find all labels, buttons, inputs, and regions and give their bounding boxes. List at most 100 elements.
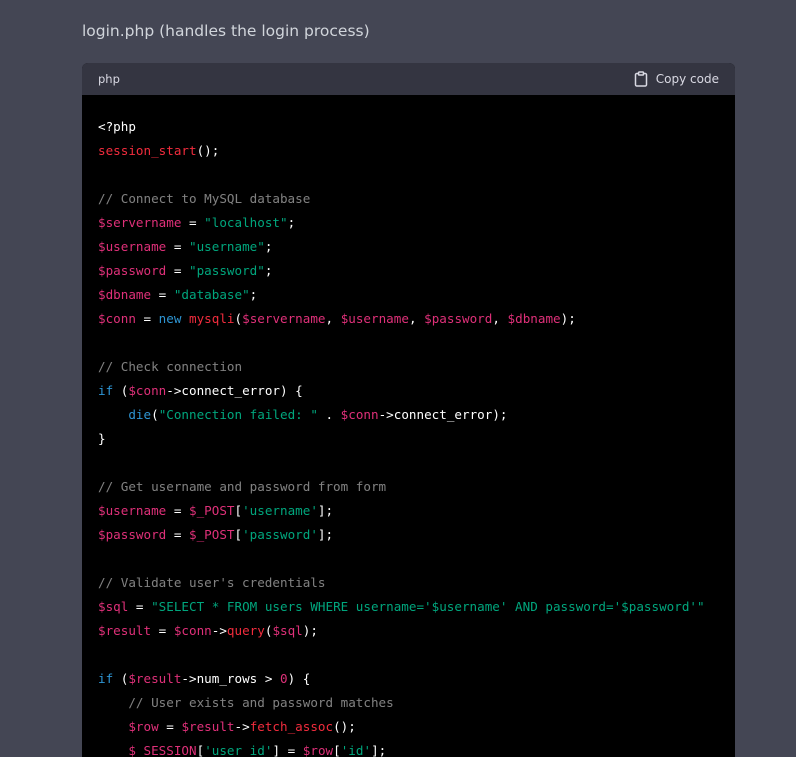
code-line: $conn = new mysqli($servername, $usernam… [98,307,719,331]
code-line: ​ [98,547,719,571]
code-token-comment: // Get username and password from form [98,479,387,494]
code-token-plain: ) { [287,671,311,686]
code-line: } [98,427,719,451]
code-token-var: $dbname [98,287,152,302]
code-line: // User exists and password matches [98,691,719,715]
code-token-plain: ]; [317,503,334,518]
code-token-plain: (); [333,719,356,734]
code-token-plain: = [166,239,189,254]
code-token-var: $result [181,719,235,734]
code-line: $servername = "localhost"; [98,211,719,235]
code-token-plain: ( [234,311,243,326]
code-token-plain: , [492,311,508,326]
code-token-var: $username [340,311,409,326]
code-token-var: $sql [98,599,129,614]
code-line: $password = "password"; [98,259,719,283]
code-token-str: "localhost" [204,215,288,230]
code-token-num: 0 [280,671,288,686]
code-token-plain: = [128,599,152,614]
code-token-var: $conn [98,311,136,326]
code-token-comment: // Validate user's credentials [98,575,326,590]
code-token-str: "Connection failed: " [158,407,318,422]
code-token-var: $servername [242,311,326,326]
code-token-var: $_SESSION [128,743,197,757]
code-token-str: "password" [189,263,265,278]
code-line: ​ [98,643,719,667]
code-line: $result = $conn->query($sql); [98,619,719,643]
code-token-comment: // Connect to MySQL database [98,191,311,206]
code-token-plain: ; [287,215,296,230]
code-token-plain: [ [234,527,243,542]
code-token-plain: ; [264,263,273,278]
code-token-plain: [ [234,503,243,518]
code-token-var: $_POST [189,503,235,518]
code-line: // Connect to MySQL database [98,187,719,211]
code-token-plain: -> [211,623,227,638]
code-token-var: $conn [173,623,212,638]
code-token-keyword: die [128,407,152,422]
code-token-plain: ( [113,383,129,398]
code-token-plain: ; [264,239,273,254]
code-token-comment: // Check connection [98,359,243,374]
code-token-func: mysqli [189,311,235,326]
code-block: php Copy code <?phpsession_start();​// C… [82,63,735,757]
code-token-var: $result [128,671,182,686]
code-token-str: 'user_id' [204,743,273,757]
code-token-str: 'username' [242,503,318,518]
code-token-func: query [226,623,265,638]
code-token-var: $row [302,743,334,757]
code-token-var: $username [98,503,167,518]
code-token-plain: ->connect_error) { [166,383,303,398]
code-token-plain: = [166,527,189,542]
code-token-plain: = [181,215,205,230]
code-token-str: "database" [173,287,250,302]
code-token-comment: // User exists and password matches [128,695,394,710]
code-token-plain: = [166,263,189,278]
code-line: <?php [98,115,719,139]
code-token-plain: ( [151,407,159,422]
response-heading: login.php (handles the login process) [82,22,370,40]
code-line: $dbname = "database"; [98,283,719,307]
code-line: ​ [98,331,719,355]
code-token-var: $_POST [189,527,235,542]
code-token-str: 'id' [340,743,372,757]
code-token-var: $servername [98,215,182,230]
code-token-plain: -> [234,719,250,734]
code-line: // Get username and password from form [98,475,719,499]
code-token-meta: <?php [98,119,136,134]
code-token-var: $password [98,527,167,542]
code-line: // Validate user's credentials [98,571,719,595]
copy-code-button[interactable]: Copy code [634,71,719,87]
code-line: ​ [98,163,719,187]
code-token-keyword: new [158,311,182,326]
code-token-var: $conn [128,383,167,398]
code-token-plain: . [317,407,341,422]
code-line: session_start(); [98,139,719,163]
code-token-plain: = [158,719,182,734]
code-token-var: $dbname [507,311,561,326]
code-token-plain: = [135,311,159,326]
code-line: if ($result->num_rows > 0) { [98,667,719,691]
code-token-plain: (); [196,143,220,158]
clipboard-icon [634,71,648,87]
code-token-plain: ->connect_error); [378,407,508,422]
code-token-str: "SELECT * FROM users WHERE username='$us… [151,599,705,614]
code-line: $username = "username"; [98,235,719,259]
code-line: $password = $_POST['password']; [98,523,719,547]
code-token-plain: , [408,311,425,326]
code-token-func: session_start [98,143,197,158]
code-token-plain: ]; [317,527,334,542]
code-token-plain: ]; [371,743,387,757]
code-token-plain: ] = [272,743,303,757]
code-token-plain: ); [560,311,576,326]
code-token-plain: = [166,503,189,518]
code-content[interactable]: <?phpsession_start();​// Connect to MySQ… [82,95,735,757]
code-token-str: 'password' [242,527,318,542]
code-line: if ($conn->connect_error) { [98,379,719,403]
code-token-var: $password [424,311,493,326]
